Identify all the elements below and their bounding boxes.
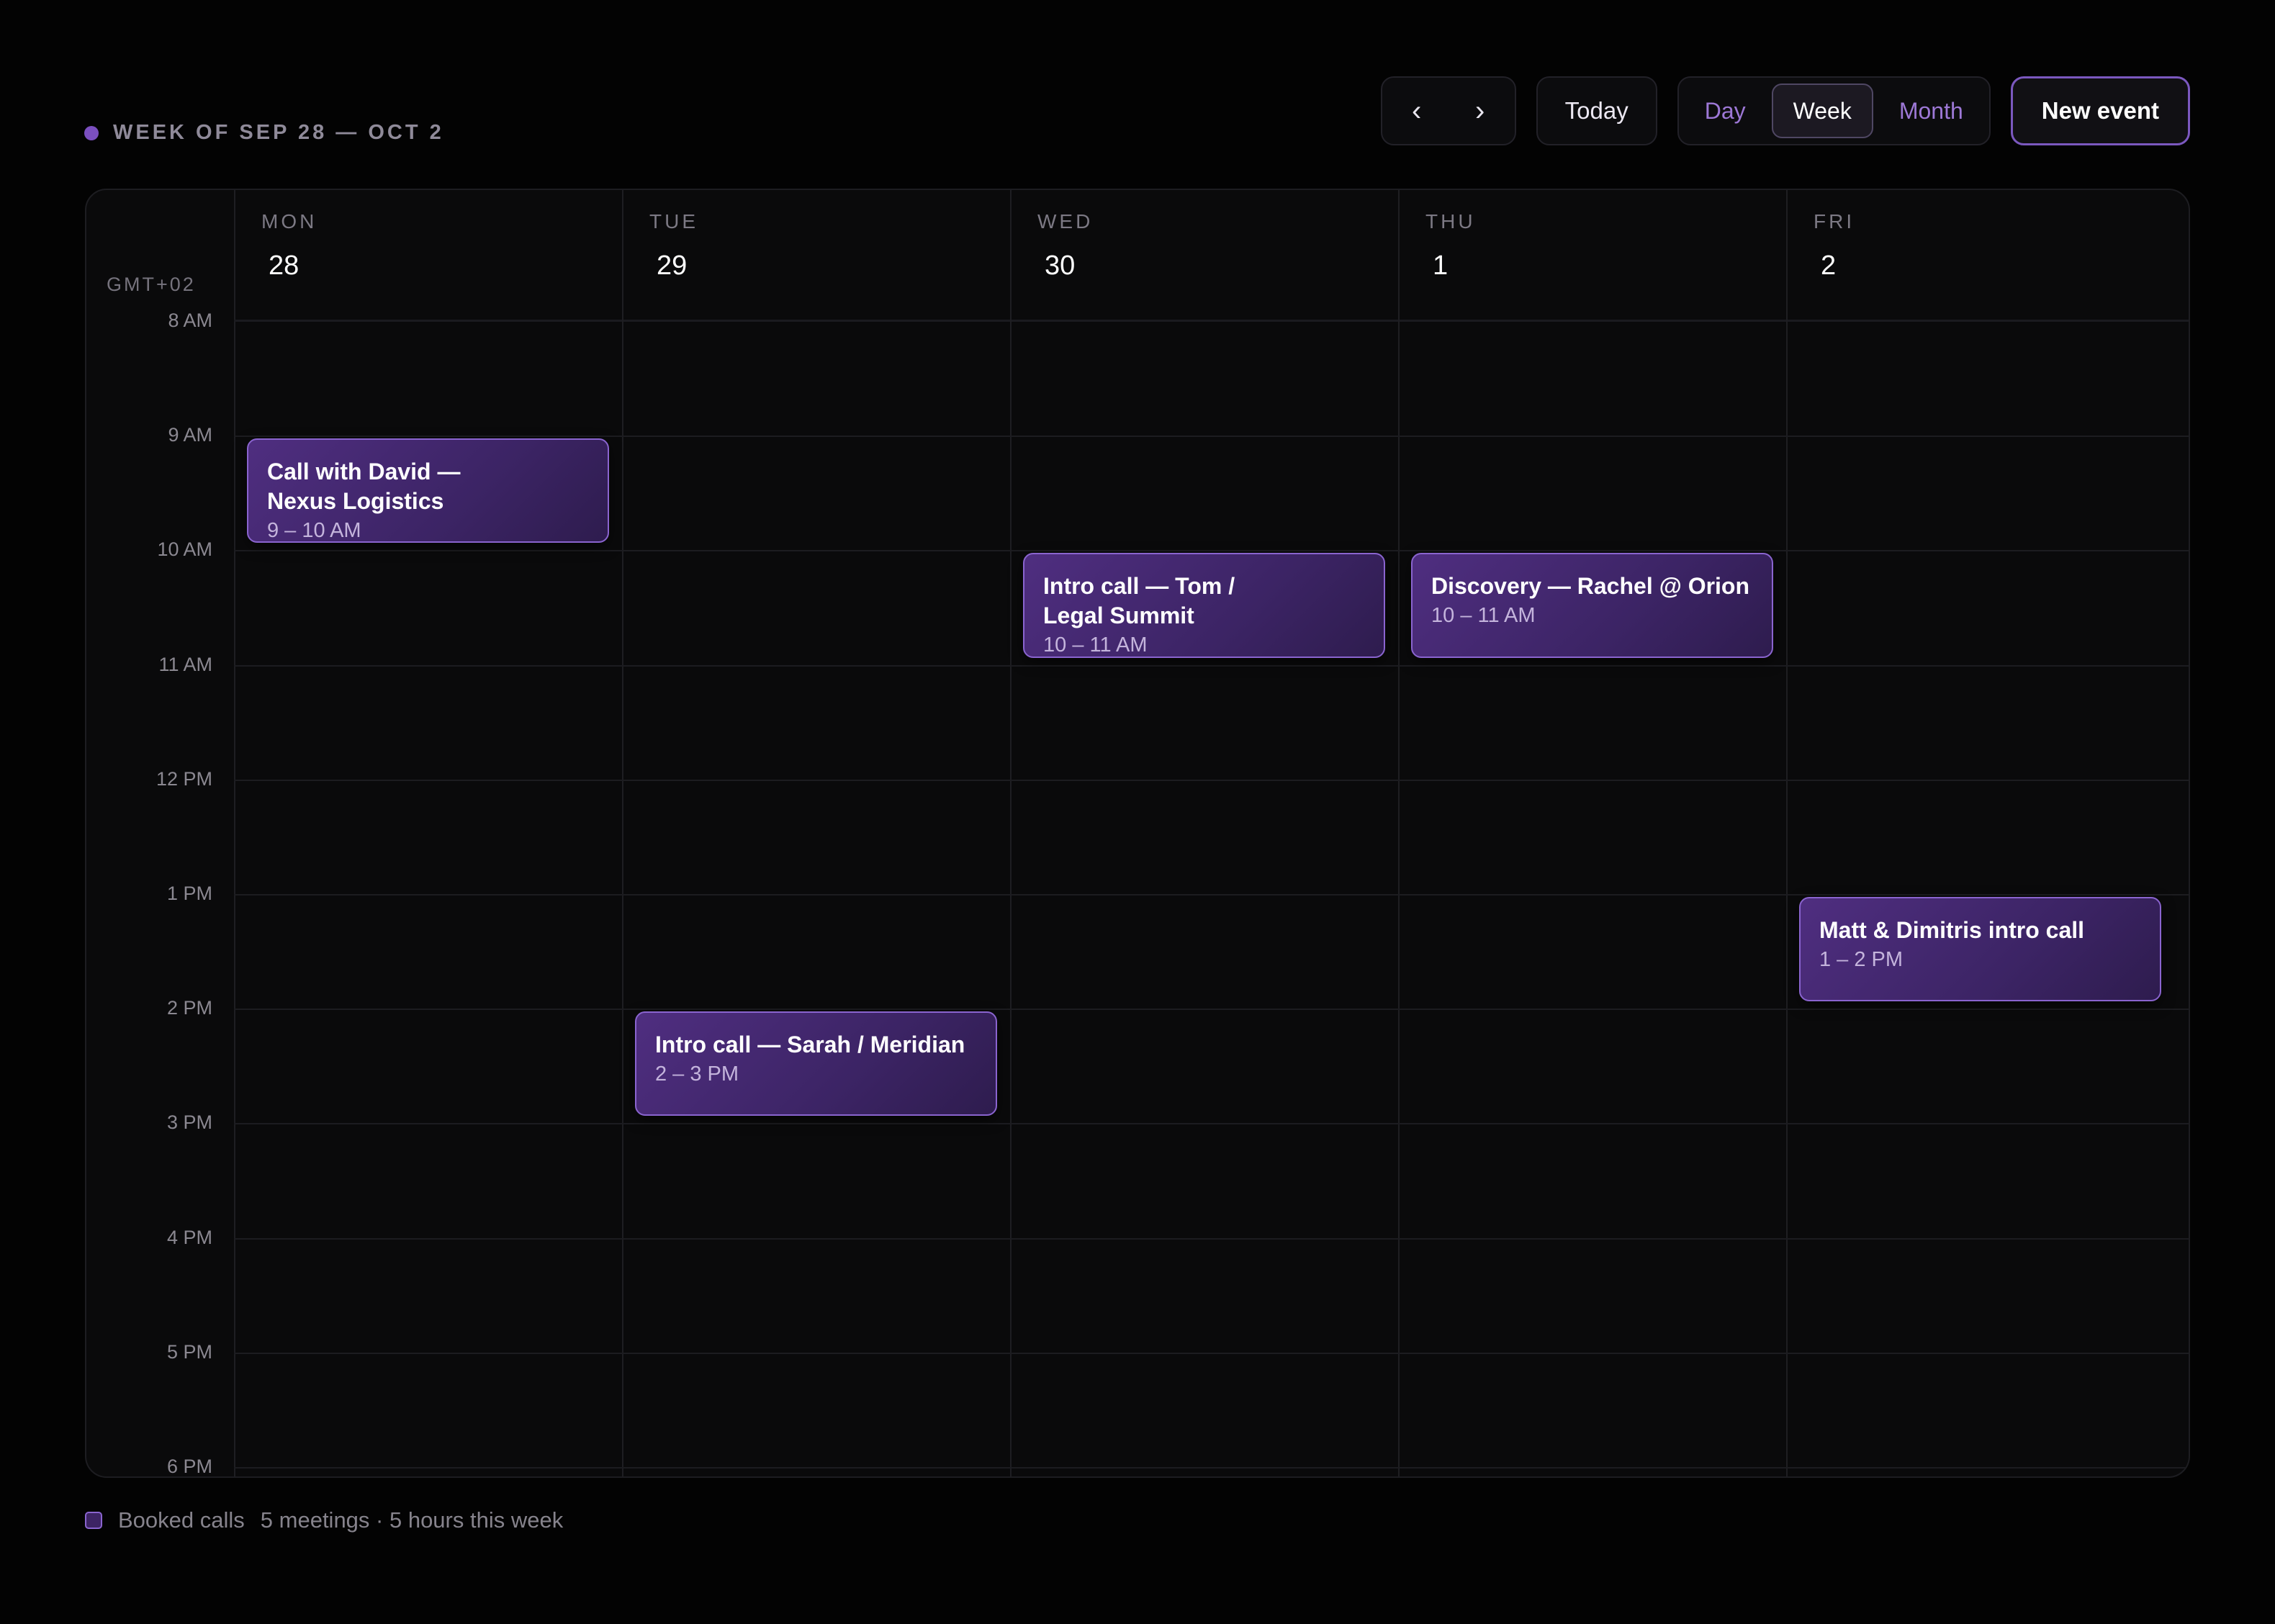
hour-label: 2 PM (166, 997, 212, 1019)
today-button[interactable]: Today (1536, 76, 1657, 145)
day-name: MON (261, 210, 317, 233)
day-name: WED (1037, 210, 1094, 233)
hour-label: 12 PM (156, 767, 212, 790)
hour-gridline (234, 550, 2189, 552)
day-header-thu[interactable]: THU 1 (1398, 190, 1786, 320)
new-event-button[interactable]: New event (2010, 76, 2190, 145)
event-time: 10 – 11 AM (1043, 633, 1148, 657)
event-time: 1 – 2 PM (1819, 948, 1904, 971)
timezone-label: GMT+02 (107, 274, 196, 295)
day-date: 1 (1433, 251, 1449, 281)
view-month-button[interactable]: Month (1879, 84, 1983, 138)
column-divider (1010, 190, 1012, 1476)
event-card[interactable]: Discovery — Rachel @ Orion 10 – 11 AM (1411, 553, 1773, 658)
hour-gridline (234, 894, 2189, 896)
week-calendar-grid: GMT+02 8 AM 9 AM 10 AM 11 AM 12 PM 1 PM 2 PM 3 … (85, 189, 2190, 1478)
legend-label: Booked calls (118, 1507, 245, 1533)
hour-gridline (234, 779, 2189, 781)
hour-gridline (234, 436, 2189, 438)
day-name: THU (1425, 210, 1476, 233)
hour-gridline (234, 664, 2189, 667)
hour-gridline (234, 1237, 2189, 1240)
event-time: 10 – 11 AM (1431, 604, 1536, 628)
week-summary: 5 meetings · 5 hours this week (260, 1507, 564, 1533)
event-title: Matt & Dimitris intro call (1819, 917, 2085, 943)
event-card[interactable]: Intro call — Sarah / Meridian 2 – 3 PM (635, 1011, 997, 1116)
view-week-button[interactable]: Week (1771, 84, 1873, 138)
day-date: 28 (269, 251, 299, 281)
day-date: 30 (1045, 251, 1076, 281)
next-week-button[interactable]: › (1451, 84, 1509, 138)
hour-gridline (234, 1123, 2189, 1125)
day-header-mon[interactable]: MON 28 (234, 190, 622, 320)
hour-gridline (234, 1352, 2189, 1354)
hour-label: 3 PM (166, 1111, 212, 1134)
hour-label: 11 AM (158, 653, 212, 675)
event-card[interactable]: Intro call — Tom / Legal Summit 10 – 11 A… (1023, 553, 1385, 658)
event-time: 2 – 3 PM (655, 1063, 739, 1086)
view-day-button[interactable]: Day (1685, 84, 1766, 138)
toolbar: ‹ › Today Day Week Month New event (1380, 76, 2190, 145)
week-label: WEEK OF SEP 28 — OCT 2 (84, 121, 444, 145)
event-card[interactable]: Call with David — Nexus Logistics 9 – 10 … (247, 438, 609, 543)
column-divider (1786, 190, 1788, 1476)
chevron-right-icon: › (1474, 94, 1485, 127)
event-title: Discovery — Rachel @ Orion (1431, 573, 1750, 600)
hour-label: 8 AM (168, 310, 212, 331)
hour-label: 6 PM (166, 1456, 212, 1477)
event-title: Intro call — Sarah / Meridian (655, 1032, 965, 1058)
column-divider (1398, 190, 1400, 1476)
hour-gridline (234, 1009, 2189, 1011)
hour-label: 4 PM (166, 1226, 212, 1248)
previous-week-button[interactable]: ‹ (1388, 84, 1446, 138)
day-name: TUE (649, 210, 698, 233)
header-divider (234, 320, 2189, 322)
day-name: FRI (1814, 210, 1855, 233)
column-divider (622, 190, 623, 1476)
week-range-text: WEEK OF SEP 28 — OCT 2 (113, 121, 444, 144)
hour-label: 5 PM (166, 1340, 212, 1363)
event-card[interactable]: Matt & Dimitris intro call 1 – 2 PM (1799, 897, 2161, 1002)
event-title: Intro call — Tom / Legal Summit (1043, 573, 1235, 629)
hour-gridline (234, 1467, 2189, 1469)
week-indicator-dot (84, 125, 99, 140)
day-header-wed[interactable]: WED 30 (1010, 190, 1398, 320)
legend-swatch (85, 1512, 102, 1529)
view-switcher: Day Week Month (1677, 76, 1991, 145)
time-gutter: GMT+02 8 AM 9 AM 10 AM 11 AM 12 PM 1 PM 2 PM 3 … (86, 190, 235, 1476)
hour-label: 9 AM (168, 424, 212, 446)
hour-label: 1 PM (166, 883, 212, 904)
day-date: 2 (1821, 251, 1837, 281)
event-time: 9 – 10 AM (267, 519, 361, 543)
hour-label: 10 AM (157, 538, 212, 561)
day-header-fri[interactable]: FRI 2 (1786, 190, 2174, 320)
day-date: 29 (657, 251, 688, 281)
footer: Booked calls 5 meetings · 5 hours this w… (85, 1507, 563, 1533)
chevron-left-icon: ‹ (1411, 94, 1422, 127)
week-navigation: ‹ › (1380, 76, 1516, 145)
day-header-tue[interactable]: TUE 29 (622, 190, 1010, 320)
event-title: Call with David — Nexus Logistics (267, 459, 461, 515)
